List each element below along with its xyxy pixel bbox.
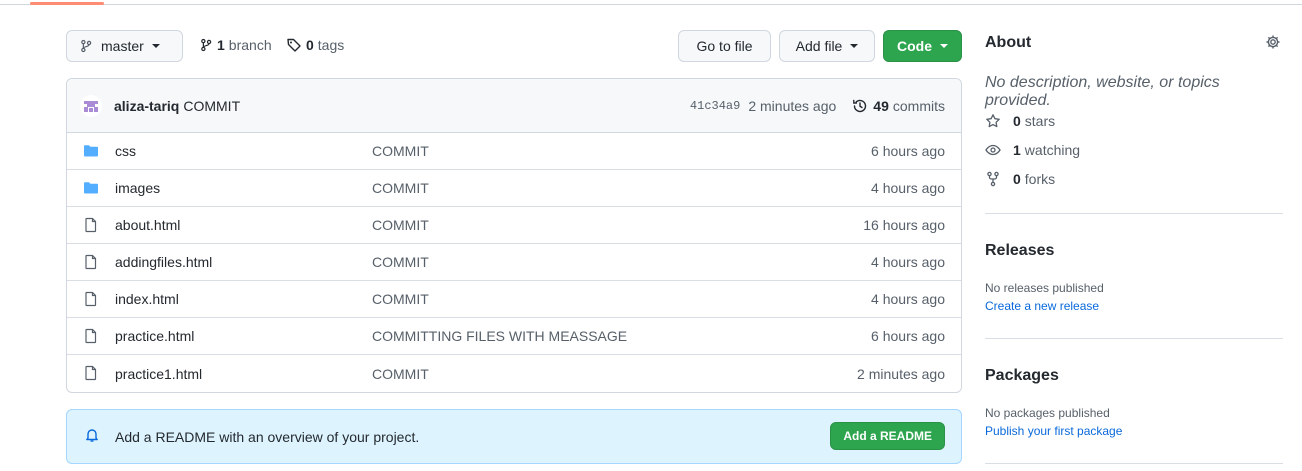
- stars-stat[interactable]: 0 stars: [985, 113, 1055, 129]
- file-list: css COMMIT 6 hours ago images COMMIT 4 hours …: [67, 133, 961, 392]
- about-heading: About: [985, 34, 1032, 51]
- packages-status: No packages published: [985, 406, 1110, 420]
- tab-underline-bar: [0, 0, 1302, 5]
- file-commit-time: 4 hours ago: [871, 254, 945, 270]
- file-row: css COMMIT 6 hours ago: [67, 133, 961, 170]
- readme-banner: Add a README with an overview of your pr…: [66, 409, 962, 464]
- fork-icon: [985, 171, 1001, 187]
- file-icon: [83, 217, 99, 233]
- commit-sha[interactable]: 41c34a9: [690, 99, 740, 113]
- history-icon: [852, 98, 868, 114]
- chevron-down-icon: [940, 44, 948, 48]
- add-file-label: Add file: [795, 38, 843, 54]
- bell-icon: [84, 427, 100, 443]
- stars-count: 0: [1013, 113, 1021, 129]
- tags-link[interactable]: 0 tags: [286, 37, 344, 53]
- code-label: Code: [897, 38, 932, 54]
- tag-icon: [286, 37, 302, 53]
- readme-text: Add a README with an overview of your pr…: [115, 428, 420, 445]
- divider: [985, 338, 1283, 339]
- git-branch-icon: [199, 37, 213, 53]
- file-commit-message-link[interactable]: COMMIT: [372, 143, 429, 159]
- commit-message[interactable]: COMMIT: [183, 98, 240, 114]
- eye-icon: [985, 142, 1001, 158]
- file-name-link[interactable]: images: [115, 180, 160, 196]
- file-icon: [83, 328, 99, 344]
- avatar[interactable]: [80, 94, 102, 117]
- file-name-link[interactable]: addingfiles.html: [115, 254, 212, 270]
- file-name-link[interactable]: practice.html: [115, 328, 194, 344]
- file-icon: [83, 291, 99, 307]
- file-row: practice.html COMMITTING FILES WITH MEASS…: [67, 318, 961, 355]
- commit-meta: 41c34a9 2 minutes ago 49 commits: [690, 79, 945, 133]
- repo-description: No description, website, or topics provi…: [985, 74, 1220, 109]
- releases-status: No releases published: [985, 281, 1104, 295]
- packages-heading[interactable]: Packages: [985, 367, 1059, 385]
- active-tab-indicator: [30, 2, 104, 5]
- watching-label: watching: [1024, 142, 1081, 158]
- file-commit-time: 6 hours ago: [871, 328, 945, 344]
- gear-icon[interactable]: [1265, 34, 1281, 50]
- file-commit-time: 6 hours ago: [871, 143, 945, 159]
- file-name-link[interactable]: index.html: [115, 291, 179, 307]
- branches-link[interactable]: 1 branch: [199, 37, 272, 53]
- tags-count: 0: [306, 37, 314, 53]
- branch-name: master: [101, 38, 144, 54]
- tags-label: tags: [317, 37, 345, 53]
- stars-label: stars: [1024, 113, 1056, 129]
- file-name-link[interactable]: about.html: [115, 217, 180, 233]
- forks-count: 0: [1013, 171, 1021, 187]
- add-file-button[interactable]: Add file: [779, 30, 875, 62]
- commits-count: 49: [873, 98, 889, 114]
- file-commit-time: 2 minutes ago: [857, 365, 945, 382]
- create-release-link[interactable]: Create a new release: [985, 299, 1099, 313]
- commit-author[interactable]: aliza-tariq: [114, 98, 179, 114]
- releases-heading[interactable]: Releases: [985, 242, 1054, 260]
- chevron-down-icon: [850, 44, 859, 48]
- file-browser: aliza-tariq COMMIT 41c34a9 2 minutes ago…: [66, 78, 962, 393]
- commit-time: 2 minutes ago: [748, 98, 837, 114]
- divider: [985, 213, 1283, 214]
- branches-count: 1: [217, 37, 225, 53]
- branch-select-button[interactable]: master: [66, 30, 183, 62]
- folder-icon: [83, 180, 99, 196]
- file-commit-message-link[interactable]: COMMIT: [372, 254, 429, 270]
- file-name-link[interactable]: css: [115, 143, 136, 159]
- watching-count: 1: [1013, 142, 1021, 158]
- divider: [985, 463, 1283, 464]
- watching-stat[interactable]: 1 watching: [985, 142, 1080, 158]
- file-commit-time: 4 hours ago: [871, 180, 945, 196]
- add-readme-button[interactable]: Add a README: [830, 422, 945, 450]
- go-to-file-label: Go to file: [696, 38, 753, 54]
- commits-label: commits: [892, 98, 945, 114]
- file-row: about.html COMMIT 16 hours ago: [67, 207, 961, 244]
- latest-commit-row: aliza-tariq COMMIT 41c34a9 2 minutes ago…: [67, 79, 961, 133]
- file-commit-time: 16 hours ago: [863, 217, 945, 233]
- file-name-link[interactable]: practice1.html: [115, 366, 202, 382]
- file-icon: [83, 254, 99, 270]
- file-commit-time: 4 hours ago: [871, 291, 945, 307]
- file-row: practice1.html COMMIT 2 minutes ago: [67, 355, 961, 392]
- file-commit-message-link[interactable]: COMMITTING FILES WITH MEASSAGE: [372, 328, 627, 344]
- star-icon: [985, 113, 1001, 129]
- folder-icon: [83, 143, 99, 159]
- chevron-down-icon: [151, 44, 160, 48]
- file-row: addingfiles.html COMMIT 4 hours ago: [67, 244, 961, 281]
- commits-link[interactable]: 49 commits: [852, 98, 945, 114]
- forks-label: forks: [1024, 171, 1056, 187]
- file-commit-message-link[interactable]: COMMIT: [372, 180, 429, 196]
- code-button[interactable]: Code: [883, 30, 962, 62]
- file-row: images COMMIT 4 hours ago: [67, 170, 961, 207]
- file-commit-message-link[interactable]: COMMIT: [372, 217, 429, 233]
- file-commit-message-link[interactable]: COMMIT: [372, 291, 429, 307]
- file-commit-message-link[interactable]: COMMIT: [372, 366, 429, 382]
- forks-stat[interactable]: 0 forks: [985, 171, 1055, 187]
- publish-package-link[interactable]: Publish your first package: [985, 424, 1122, 438]
- git-branch-icon: [79, 38, 93, 54]
- branches-label: branch: [228, 37, 272, 53]
- go-to-file-button[interactable]: Go to file: [678, 30, 771, 62]
- file-row: index.html COMMIT 4 hours ago: [67, 281, 961, 318]
- file-icon: [83, 365, 99, 381]
